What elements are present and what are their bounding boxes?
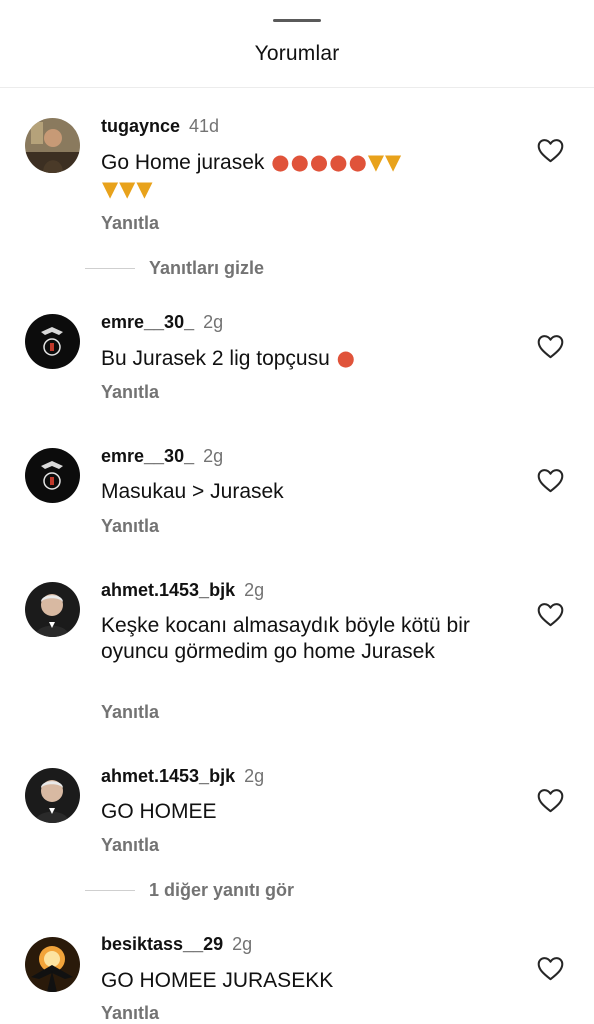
username[interactable]: emre__30_	[101, 446, 194, 466]
like-button[interactable]	[537, 788, 564, 813]
angry-face-icon: ●	[271, 150, 290, 174]
heart-icon	[537, 789, 564, 813]
heart-icon	[537, 957, 564, 981]
reply-button[interactable]: Yanıtla	[101, 382, 159, 403]
drag-handle[interactable]	[273, 19, 321, 22]
thread-line	[85, 889, 135, 891]
comment-text: Masukau > Jurasek	[101, 479, 511, 505]
heart-icon	[537, 603, 564, 627]
comment-meta: emre__30_ 2g	[101, 446, 223, 467]
avatar[interactable]	[25, 118, 80, 173]
comment-text-content: Masukau > Jurasek	[101, 480, 284, 503]
reply-button[interactable]: Yanıtla	[101, 1003, 159, 1024]
thread-line	[85, 267, 135, 269]
avatar[interactable]	[25, 448, 80, 503]
reply-button[interactable]: Yanıtla	[101, 835, 159, 856]
cursing-face-icon: ●	[329, 150, 348, 174]
comment-text-content: GO HOMEE JURASEKK	[101, 969, 334, 992]
timestamp: 2g	[203, 446, 224, 466]
cursing-face-icon: ●	[348, 150, 367, 174]
cursing-face-icon: ●	[290, 150, 309, 174]
hide-replies-button[interactable]: Yanıtları gizle	[85, 256, 264, 280]
reply-button[interactable]: Yanıtla	[101, 516, 159, 537]
comment-text: Go Home jurasek ●●●●●▼▼ ▼▼▼	[101, 149, 511, 203]
like-button[interactable]	[537, 602, 564, 627]
timestamp: 2g	[244, 766, 265, 786]
view-more-replies-label: 1 diğer yanıtı gör	[149, 879, 295, 900]
timestamp: 2g	[244, 580, 265, 600]
comment-text-content: Keşke kocanı almasaydık böyle kötü bir o…	[101, 614, 470, 663]
avatar[interactable]	[25, 768, 80, 823]
thumbs-down-icon: ▼	[102, 177, 119, 201]
hide-replies-label: Yanıtları gizle	[149, 257, 265, 278]
comment-text-content: Bu Jurasek 2 lig topçusu	[101, 347, 330, 370]
avatar[interactable]	[25, 314, 80, 369]
username[interactable]: emre__30_	[101, 312, 194, 332]
thumbs-down-icon: ▼	[119, 177, 136, 201]
thumbs-down-icon: ▼	[136, 177, 153, 201]
header-divider	[0, 87, 594, 88]
username[interactable]: ahmet.1453_bjk	[101, 766, 235, 786]
username[interactable]: ahmet.1453_bjk	[101, 580, 235, 600]
comment-text: GO HOMEE	[101, 799, 511, 825]
heart-icon	[537, 335, 564, 359]
thumbs-down-icon: ▼	[385, 150, 402, 174]
view-more-replies-button[interactable]: 1 diğer yanıtı gör	[85, 878, 294, 902]
like-button[interactable]	[537, 956, 564, 981]
comment-meta: ahmet.1453_bjk 2g	[101, 766, 264, 787]
angry-face-icon: ●	[336, 346, 355, 370]
comment-text-content: Go Home jurasek	[101, 151, 265, 174]
timestamp: 2g	[232, 934, 253, 954]
avatar[interactable]	[25, 582, 80, 637]
username[interactable]: besiktass__29	[101, 934, 223, 954]
comment-meta: ahmet.1453_bjk 2g	[101, 580, 264, 601]
reply-button[interactable]: Yanıtla	[101, 213, 159, 234]
like-button[interactable]	[537, 138, 564, 163]
heart-icon	[537, 469, 564, 493]
comment-text: Bu Jurasek 2 lig topçusu ●	[101, 345, 511, 372]
username[interactable]: tugaynce	[101, 116, 180, 136]
avatar[interactable]	[25, 937, 80, 992]
like-button[interactable]	[537, 468, 564, 493]
comment-text: Keşke kocanı almasaydık böyle kötü bir o…	[101, 613, 501, 665]
reply-button[interactable]: Yanıtla	[101, 702, 159, 723]
comment-text-content: GO HOMEE	[101, 800, 217, 823]
comment-meta: besiktass__29 2g	[101, 934, 252, 955]
thumbs-down-icon: ▼	[367, 150, 385, 174]
timestamp: 41d	[189, 116, 220, 136]
angry-face-icon: ●	[309, 150, 329, 174]
timestamp: 2g	[203, 312, 224, 332]
comment-text: GO HOMEE JURASEKK	[101, 968, 511, 994]
sheet-title: Yorumlar	[254, 42, 340, 65]
comment-meta: emre__30_ 2g	[101, 312, 223, 333]
like-button[interactable]	[537, 334, 564, 359]
comments-sheet: Yorumlar tugaynce 41d Go Home jurasek ●●●…	[0, 0, 594, 1024]
heart-icon	[537, 139, 564, 163]
comment-meta: tugaynce 41d	[101, 116, 219, 137]
